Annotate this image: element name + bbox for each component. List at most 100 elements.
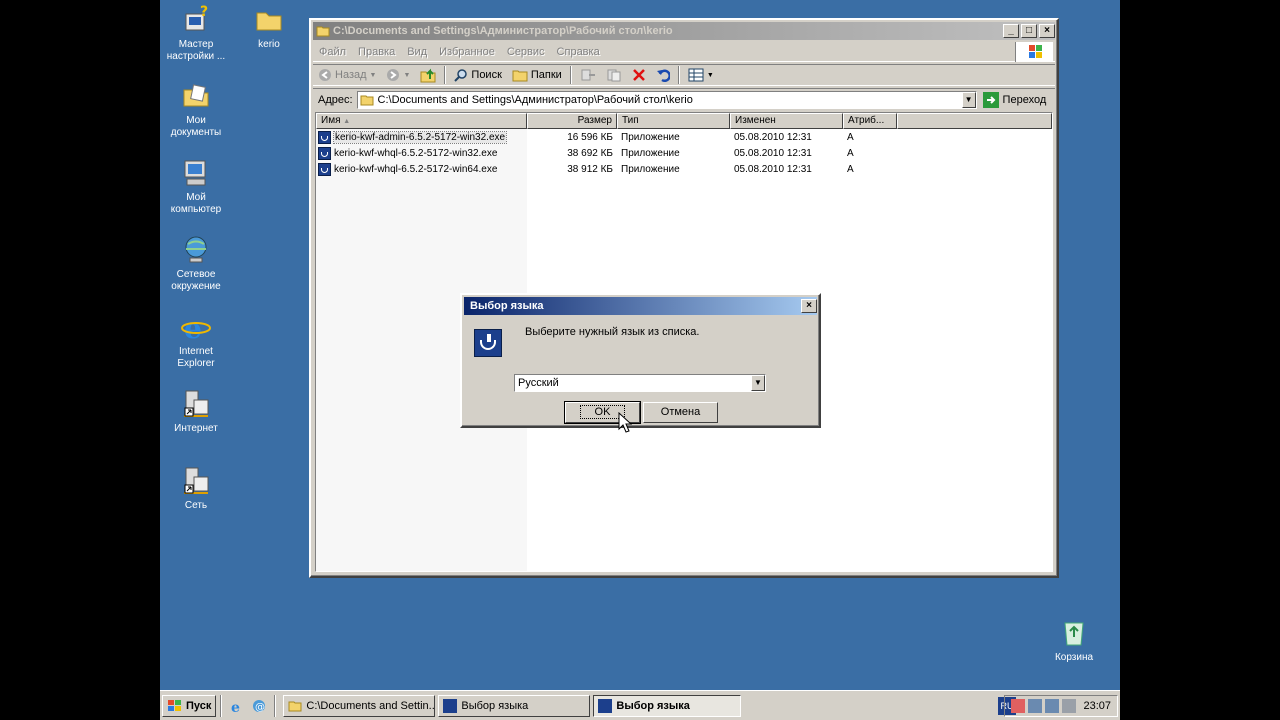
- file-rows: kerio-kwf-admin-6.5.2-5172-win32.exe 16 …: [316, 129, 1052, 177]
- dialog-close-button[interactable]: ×: [801, 299, 817, 313]
- cancel-button[interactable]: Отмена: [643, 402, 718, 423]
- chevron-down-icon: ▼: [403, 71, 411, 79]
- column-name[interactable]: Имя ▲: [316, 113, 527, 129]
- desktop-icon-network-places[interactable]: Сетевое окружение: [160, 234, 234, 293]
- table-row[interactable]: kerio-kwf-whql-6.5.2-5172-win64.exe 38 9…: [316, 161, 1052, 177]
- views-icon: [688, 68, 704, 82]
- file-type: Приложение: [621, 147, 680, 159]
- table-row[interactable]: kerio-kwf-admin-6.5.2-5172-win32.exe 16 …: [316, 129, 1052, 145]
- desktop-icon-wizard[interactable]: ? Мастер настройки ...: [160, 4, 234, 63]
- desktop-icon-recycle-bin[interactable]: Корзина: [1036, 617, 1112, 664]
- desktop-icon-label: Сетевое: [176, 269, 216, 280]
- undo-button[interactable]: [654, 65, 672, 85]
- task-language-dialog[interactable]: Выбор языка: [438, 694, 591, 717]
- minimize-button[interactable]: _: [1003, 24, 1019, 38]
- delete-button[interactable]: [630, 65, 648, 85]
- cancel-label: Отмена: [660, 406, 701, 418]
- windows-flag-icon: [1029, 45, 1042, 58]
- desktop-icon-internet-explorer[interactable]: e Internet Explorer: [160, 311, 234, 370]
- language-dropdown-button[interactable]: ▼: [751, 375, 765, 391]
- maximize-button[interactable]: □: [1021, 24, 1037, 38]
- explorer-titlebar[interactable]: C:\Documents and Settings\Администратор\…: [313, 22, 1055, 40]
- go-label: Переход: [1002, 93, 1047, 106]
- task-explorer[interactable]: C:\Documents and Settin...: [283, 694, 436, 717]
- kerio-app-icon: [318, 162, 331, 176]
- task-label: Выбор языка: [616, 699, 690, 712]
- back-button[interactable]: Назад ▼: [316, 65, 378, 85]
- desktop-icon-kerio[interactable]: kerio: [231, 4, 307, 51]
- delete-icon: [632, 69, 645, 81]
- tray-volume-icon[interactable]: [1062, 699, 1077, 713]
- task-language-dialog-active[interactable]: Выбор языка: [593, 694, 742, 717]
- explorer-title: C:\Documents and Settings\Администратор\…: [333, 25, 673, 37]
- folder-icon: [256, 12, 282, 31]
- column-modified[interactable]: Изменен: [730, 113, 843, 129]
- chevron-down-icon: ▼: [369, 71, 377, 79]
- column-type[interactable]: Тип: [617, 113, 730, 129]
- language-select[interactable]: Русский ▼: [514, 374, 766, 392]
- close-button[interactable]: ×: [1039, 24, 1055, 38]
- address-dropdown-button[interactable]: ▼: [961, 91, 976, 108]
- desktop-icon-label: Мой: [186, 192, 206, 203]
- desktop-icon-my-documents[interactable]: Мои документы: [160, 80, 234, 139]
- file-modified: 05.08.2010 12:31: [734, 131, 812, 143]
- back-label: Назад: [335, 69, 367, 81]
- copy-to-icon: [607, 69, 621, 82]
- desktop-icon-label: документы: [170, 127, 222, 138]
- forward-button[interactable]: ▼: [384, 65, 412, 85]
- chevron-down-icon: ▼: [706, 71, 714, 79]
- views-button[interactable]: ▼: [686, 65, 716, 85]
- folder-icon: [288, 701, 302, 711]
- kerio-app-icon: [443, 698, 458, 713]
- file-size: 16 596 КБ: [567, 131, 613, 143]
- address-input[interactable]: C:\Documents and Settings\Администратор\…: [356, 90, 977, 109]
- tray-network-icon[interactable]: [1028, 699, 1043, 713]
- menu-help[interactable]: Справка: [551, 46, 606, 58]
- tray-app-icon[interactable]: [1011, 699, 1026, 713]
- internet-explorer-icon[interactable]: e: [229, 698, 245, 714]
- desktop-icon-my-computer[interactable]: Мой компьютер: [160, 157, 234, 216]
- desktop: ? Мастер настройки ... kerio Мои докумен…: [160, 0, 1120, 720]
- menu-favorites[interactable]: Избранное: [433, 46, 501, 58]
- my-computer-icon: [184, 160, 206, 186]
- dialog-titlebar[interactable]: Выбор языка ×: [464, 297, 817, 315]
- system-tray: 23:07: [1004, 695, 1118, 717]
- move-to-button[interactable]: [578, 65, 598, 85]
- toolbar-separator: [677, 66, 680, 84]
- desktop-icon-internet[interactable]: Интернет: [160, 388, 234, 435]
- outlook-express-icon[interactable]: @: [251, 698, 267, 714]
- file-type: Приложение: [621, 131, 680, 143]
- kerio-app-icon: [598, 698, 613, 713]
- clock[interactable]: 23:07: [1083, 700, 1111, 712]
- menu-tools[interactable]: Сервис: [501, 46, 551, 58]
- desktop-icon-network[interactable]: Сеть: [160, 465, 234, 512]
- column-size[interactable]: Размер: [527, 113, 617, 129]
- address-bar: Адрес: C:\Documents and Settings\Админис…: [313, 88, 1055, 110]
- up-folder-icon: [420, 68, 436, 83]
- table-row[interactable]: kerio-kwf-whql-6.5.2-5172-win32.exe 38 6…: [316, 145, 1052, 161]
- start-button[interactable]: Пуск: [162, 694, 217, 717]
- desktop-icon-label: настройки ...: [166, 51, 226, 62]
- file-attributes: A: [847, 131, 854, 143]
- menu-edit[interactable]: Правка: [352, 46, 401, 58]
- file-modified: 05.08.2010 12:31: [734, 163, 812, 175]
- column-name-label: Имя: [321, 115, 341, 126]
- address-value: C:\Documents and Settings\Администратор\…: [377, 93, 693, 106]
- dialog-title: Выбор языка: [470, 300, 544, 312]
- column-attributes[interactable]: Атриб...: [843, 113, 897, 129]
- menu-view[interactable]: Вид: [401, 46, 433, 58]
- copy-to-button[interactable]: [604, 65, 624, 85]
- folders-button[interactable]: Папки: [510, 65, 564, 85]
- file-modified: 05.08.2010 12:31: [734, 147, 812, 159]
- search-button[interactable]: Поиск: [452, 65, 503, 85]
- kerio-app-icon: [318, 130, 331, 144]
- folder-icon: [360, 95, 374, 105]
- menu-file[interactable]: Файл: [313, 46, 352, 58]
- taskbar-separator: [274, 694, 277, 717]
- tray-network-icon[interactable]: [1045, 699, 1060, 713]
- mouse-cursor-icon: [618, 412, 632, 433]
- back-arrow-icon: [319, 69, 331, 81]
- up-folder-button[interactable]: [418, 65, 438, 85]
- go-button[interactable]: Переход: [982, 91, 1047, 108]
- dialog-message: Выберите нужный язык из списка.: [525, 326, 700, 338]
